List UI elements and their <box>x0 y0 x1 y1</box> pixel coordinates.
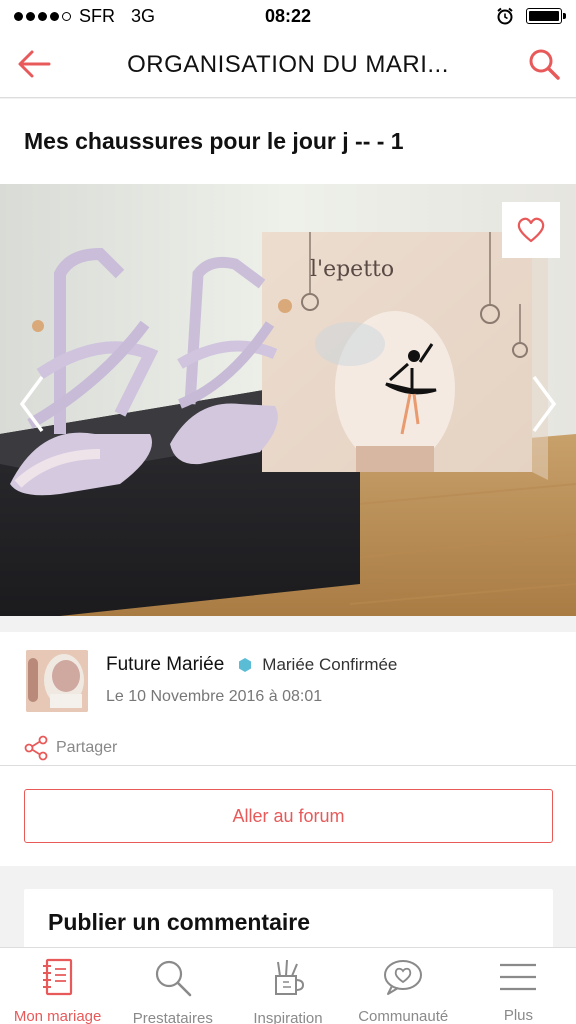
arrow-left-icon <box>18 50 51 78</box>
tab-inspiration[interactable]: Inspiration <box>230 948 345 1024</box>
go-to-forum-button[interactable]: Aller au forum <box>24 789 553 843</box>
tab-label: Prestataires <box>132 1010 213 1024</box>
author-info: Future Mariée Mariée Confirmée Le 10 Nov… <box>106 650 397 712</box>
search-icon <box>153 958 193 998</box>
alarm-icon <box>497 7 513 25</box>
page-title: ORGANISATION DU MARI... <box>127 50 449 78</box>
search-icon <box>529 49 560 80</box>
tab-prestataires[interactable]: Prestataires <box>115 948 230 1024</box>
status-right <box>496 7 566 25</box>
tab-plus[interactable]: Plus <box>461 948 576 1024</box>
next-photo-button[interactable] <box>526 374 562 434</box>
tab-label: Inspiration <box>253 1010 323 1024</box>
avatar[interactable] <box>26 650 88 712</box>
svg-text:l'epetto: l'epetto <box>310 257 394 282</box>
menu-icon <box>498 958 538 995</box>
share-label: Partager <box>56 739 118 756</box>
pencil-cup-icon <box>270 958 306 998</box>
back-button[interactable] <box>14 44 54 84</box>
comment-title: Publier un commentaire <box>48 909 311 935</box>
carrier-name: SFR <box>79 5 115 26</box>
tab-label: Mon mariage <box>13 1008 102 1024</box>
status-time: 08:22 <box>264 5 312 26</box>
previous-photo-button[interactable] <box>14 374 50 434</box>
tab-mon-mariage[interactable]: Mon mariage <box>0 948 115 1024</box>
chevron-left-icon <box>19 375 44 433</box>
topic-title: Mes chaussures pour le jour j -- - 1 <box>24 128 404 154</box>
shoes-photo-illustration: l'epetto <box>0 184 576 616</box>
author-badge: Mariée Confirmée <box>262 655 398 674</box>
bottom-tab-bar: Mon mariage Prestataires Inspiration Com… <box>0 947 576 1024</box>
search-button[interactable] <box>524 44 564 84</box>
share-button[interactable]: Partager <box>24 735 117 761</box>
tab-communaute[interactable]: Communauté <box>346 948 461 1024</box>
status-left: SFR 3G <box>14 6 155 27</box>
post-date: Le 10 Novembre 2016 à 08:01 <box>106 688 323 705</box>
tab-label: Communauté <box>358 1008 449 1024</box>
post-photo[interactable]: l'epetto <box>0 184 576 616</box>
author-line: Future Mariée Mariée Confirmée <box>106 654 397 676</box>
avatar-image <box>26 650 88 712</box>
favorite-button[interactable] <box>502 202 560 258</box>
heart-icon <box>517 217 545 243</box>
topic-header: Mes chaussures pour le jour j -- - 1 <box>0 99 576 184</box>
tab-label: Plus <box>503 1007 533 1024</box>
network-type: 3G <box>131 5 156 26</box>
share-icon <box>24 735 48 761</box>
battery-icon <box>526 8 566 24</box>
badge-hexagon-icon <box>239 658 252 672</box>
post-meta: Future Mariée Mariée Confirmée Le 10 Nov… <box>0 632 576 866</box>
status-bar: SFR 3G 08:22 <box>0 0 576 32</box>
divider <box>0 765 576 766</box>
signal-strength-icon <box>14 11 71 21</box>
author-name[interactable]: Future Mariée <box>106 654 224 676</box>
app-header: ORGANISATION DU MARI... <box>0 32 576 98</box>
chevron-right-icon <box>532 375 557 433</box>
heart-bubble-icon <box>382 958 424 996</box>
notebook-icon <box>41 958 75 996</box>
author-row[interactable]: Future Mariée Mariée Confirmée Le 10 Nov… <box>26 650 397 712</box>
